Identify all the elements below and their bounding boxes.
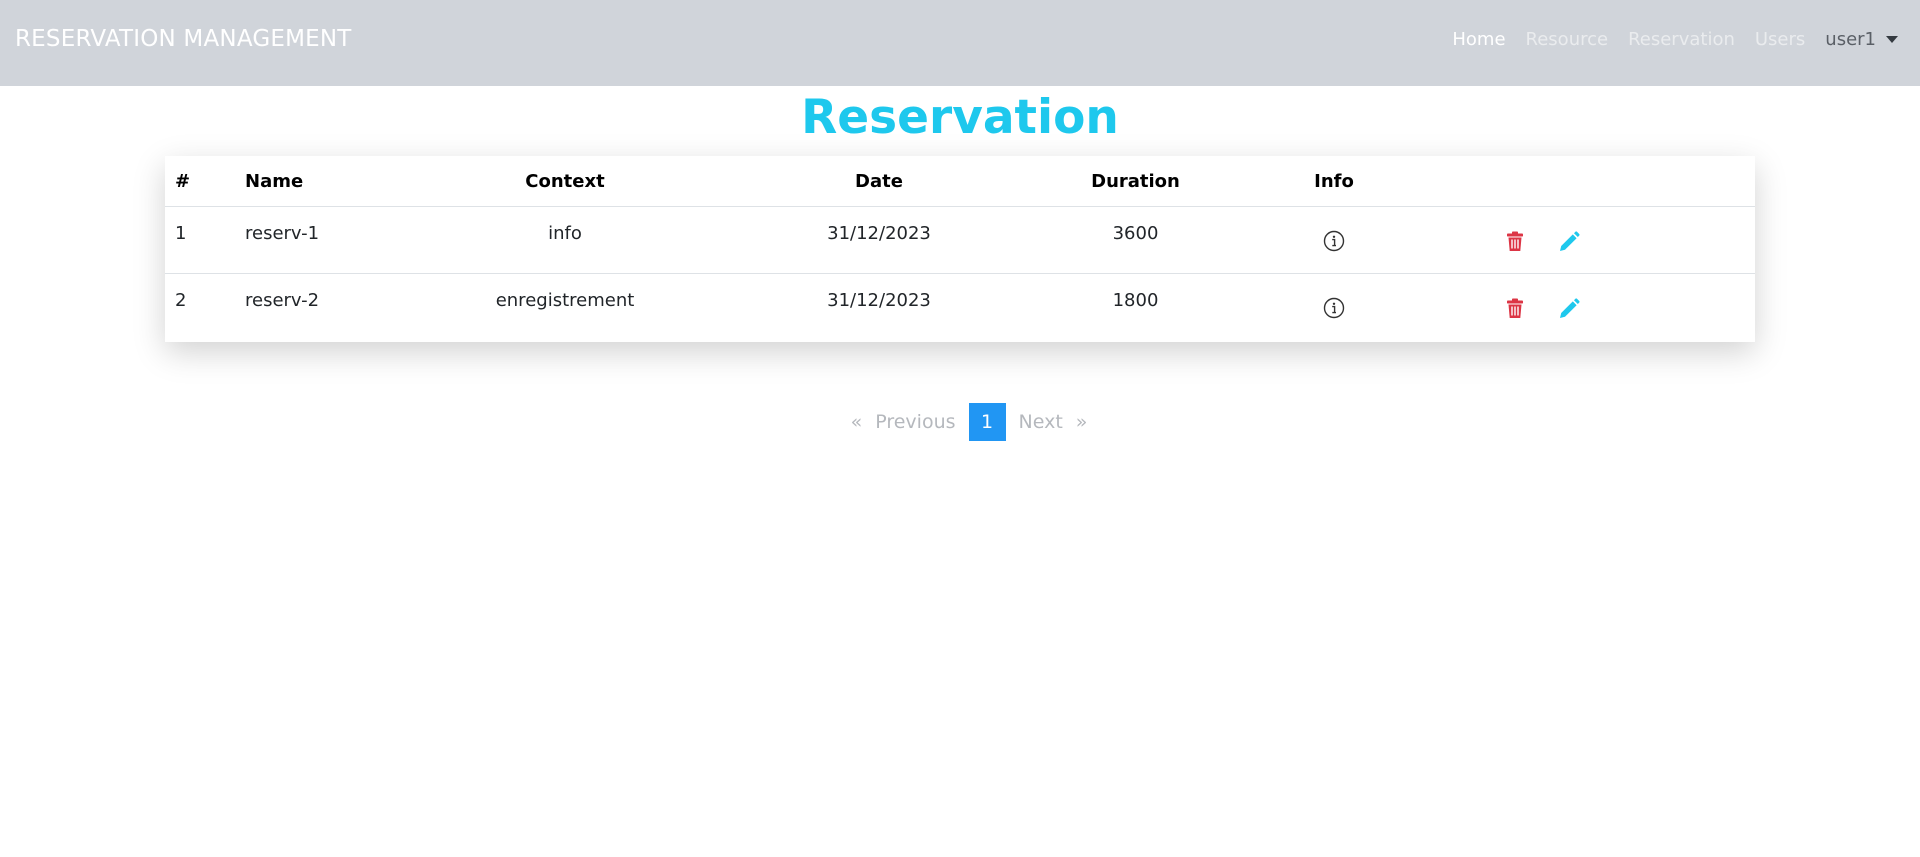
reservation-table: # Name Context Date Duration Info 1 rese…	[165, 156, 1755, 341]
info-circle-icon[interactable]	[1323, 230, 1345, 257]
table-row: 2 reserv-2 enregistrement 31/12/2023 180…	[165, 274, 1755, 341]
nav-link-resource[interactable]: Resource	[1526, 29, 1609, 50]
header-info: Info	[1218, 156, 1450, 207]
trash-icon[interactable]	[1506, 298, 1524, 324]
nav-link-home[interactable]: Home	[1452, 29, 1505, 50]
pencil-icon[interactable]	[1558, 298, 1580, 325]
header-actions	[1450, 156, 1755, 207]
header-duration: Duration	[1053, 156, 1218, 207]
cell-number: 2	[175, 290, 187, 311]
header-context: Context	[425, 156, 705, 207]
cell-info	[1218, 206, 1450, 274]
reservation-table-card: # Name Context Date Duration Info 1 rese…	[165, 156, 1755, 342]
cell-context: enregistrement	[495, 290, 635, 311]
caret-down-icon	[1886, 36, 1898, 43]
header-name: Name	[245, 156, 425, 207]
table-row: 1 reserv-1 info 31/12/2023 3600	[165, 206, 1755, 274]
cell-name: reserv-2	[245, 290, 320, 311]
page-title: Reservation	[801, 90, 1119, 145]
table-header-row: # Name Context Date Duration Info	[165, 156, 1755, 207]
cell-duration: 3600	[1053, 206, 1218, 274]
cell-actions	[1450, 206, 1755, 274]
nav-link-reservation[interactable]: Reservation	[1628, 29, 1735, 50]
cell-number: 1	[165, 206, 245, 274]
cell-date: 31/12/2023	[827, 290, 931, 311]
pencil-icon[interactable]	[1558, 231, 1580, 258]
pagination-next-arrow[interactable]: »	[1069, 403, 1095, 441]
pagination-next[interactable]: Next	[1013, 403, 1069, 441]
cell-info	[1218, 274, 1450, 341]
pagination-page-1[interactable]: 1	[968, 403, 1006, 441]
cell-actions	[1450, 274, 1755, 341]
nav-link-users[interactable]: Users	[1755, 29, 1805, 50]
nav-menu: Home Resource Reservation Users user1	[1432, 29, 1898, 50]
pagination-prev-arrow[interactable]: «	[844, 403, 870, 441]
info-circle-icon[interactable]	[1323, 297, 1345, 324]
cell-date: 31/12/2023	[705, 206, 1053, 274]
header-date: Date	[705, 156, 1053, 207]
header-number: #	[165, 156, 245, 207]
user-name: user1	[1825, 29, 1876, 50]
brand-title[interactable]: RESERVATION MANAGEMENT	[15, 26, 352, 52]
trash-icon[interactable]	[1506, 231, 1524, 257]
cell-duration: 1800	[1112, 290, 1159, 311]
user-dropdown[interactable]: user1	[1825, 29, 1898, 50]
pagination: « Previous 1 Next »	[0, 403, 1920, 441]
pagination-previous[interactable]: Previous	[869, 403, 961, 441]
top-navbar: RESERVATION MANAGEMENT Home Resource Res…	[0, 0, 1920, 86]
cell-name: reserv-1	[245, 206, 425, 274]
cell-context: info	[425, 206, 705, 274]
